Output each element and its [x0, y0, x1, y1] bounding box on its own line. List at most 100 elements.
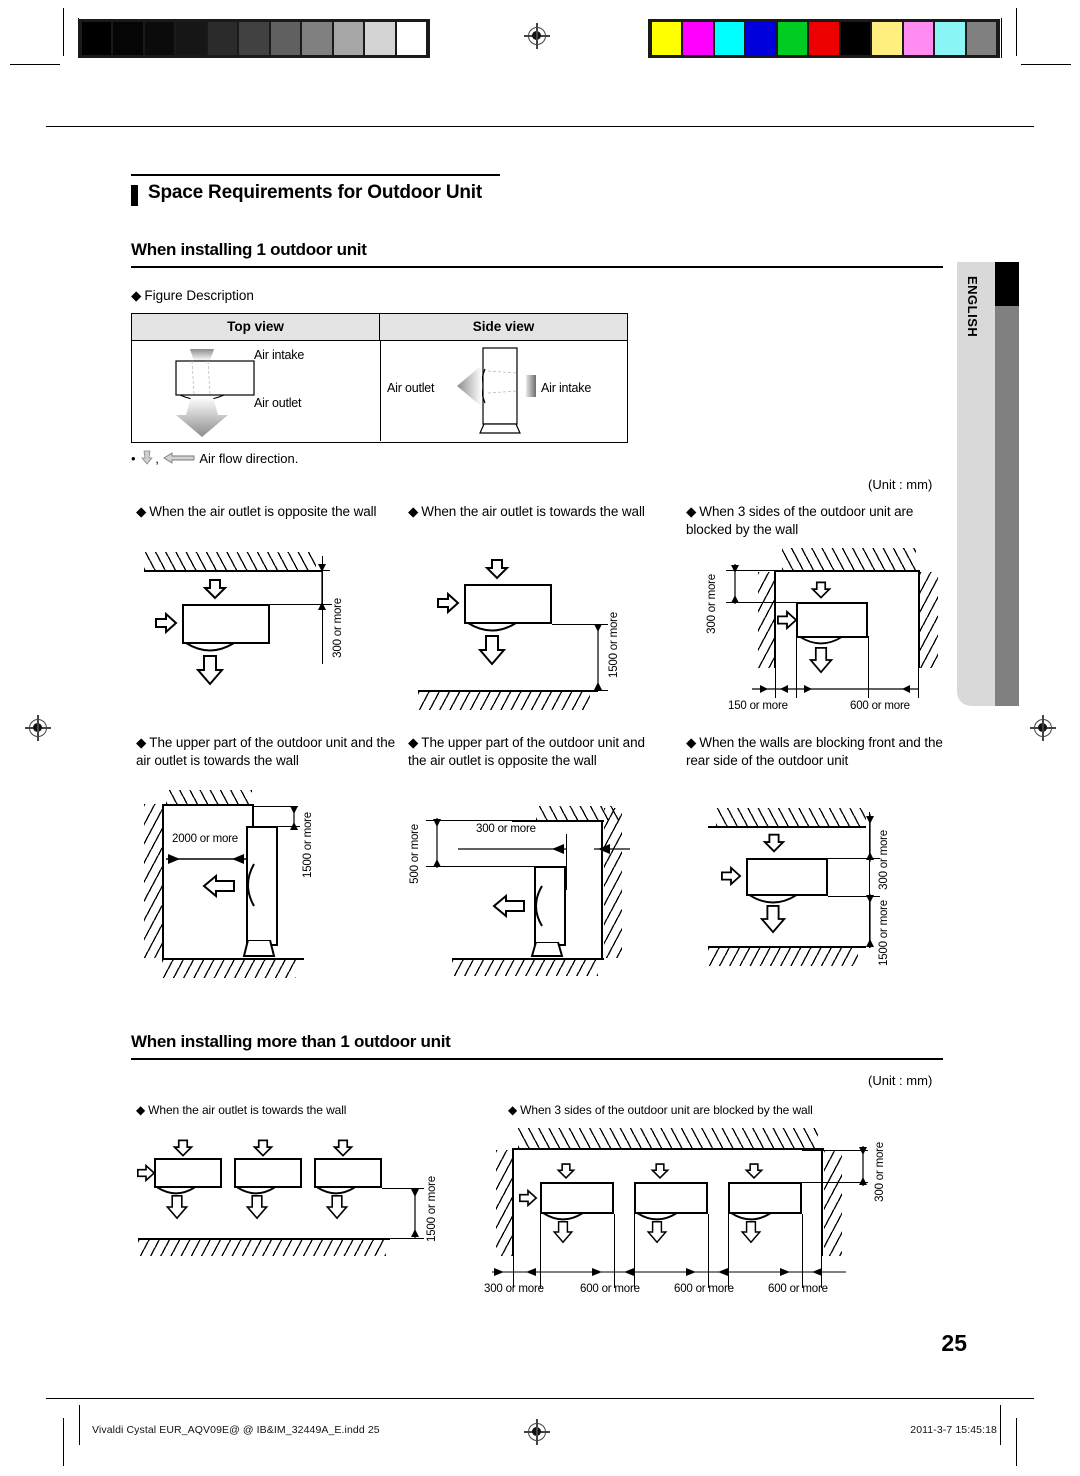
case-2-title-text: When the air outlet is towards the wall [421, 504, 645, 519]
case-1-dimension-label: 300 or more [332, 598, 344, 658]
side-view-intake-label: Air intake [541, 381, 592, 395]
page-number: 25 [941, 1330, 967, 1356]
gray-swatch-0 [82, 22, 112, 55]
outlet-arrow-left-icon [492, 894, 525, 918]
outdoor-unit-box [540, 1182, 614, 1214]
intake-arrow-right-icon [437, 592, 460, 614]
gray-swatch-5 [239, 22, 269, 55]
figure-description-text: Figure Description [144, 288, 254, 303]
figure-description-table: Top view Side view Air intake Air outlet… [131, 313, 628, 443]
ground-hatching [138, 1240, 386, 1256]
color-swatch-8 [903, 22, 934, 55]
wall-line [144, 570, 322, 573]
outdoor-unit-box [464, 584, 552, 624]
case-7-diagram: 1500 or more [136, 1128, 476, 1288]
outdoor-unit-box [234, 1158, 302, 1188]
case-8-diagram: 300 or more 300 or more 600 or more 600 … [484, 1128, 958, 1303]
top-view-outlet-label: Air outlet [254, 396, 302, 410]
figure-description-label: ◆ Figure Description [131, 288, 254, 304]
case-3-title-text: When 3 sides of the outdoor unit are blo… [686, 504, 914, 537]
diamond-bullet-icon: ◆ [136, 735, 147, 750]
outdoor-unit-box [182, 604, 270, 644]
left-flow-icon [163, 452, 195, 464]
cell-top-view-figure: Air intake Air outlet [132, 341, 381, 441]
crop-mark-top-left-h [10, 64, 60, 65]
case-6-title: ◆ When the walls are blocking front and t… [686, 734, 948, 769]
case-7-dimension-1500: 1500 or more [426, 1176, 438, 1242]
top-wall-edge [252, 804, 255, 826]
color-swatch-4 [777, 22, 808, 55]
table-body-row: Air intake Air outlet Air outlet Air int… [132, 341, 627, 441]
intake-arrow-down-icon [810, 581, 832, 599]
color-swatch-3 [746, 22, 776, 55]
legend-bullet-icon: • [131, 451, 136, 466]
dimension-arrow-vertical [859, 1146, 867, 1186]
gray-swatch-3 [176, 22, 206, 55]
intake-arrow-right-icon [721, 866, 742, 886]
case-7-title-text: When the air outlet is towards the wall [148, 1103, 347, 1117]
case-3-diagram: 300 or more 150 or more 600 or more [686, 548, 948, 713]
case-8-title-text: When 3 sides of the outdoor unit are blo… [520, 1103, 813, 1117]
grayscale-calibration-bar [78, 19, 430, 58]
dimension-tick-bottom [308, 604, 330, 605]
crop-mark-top-right-h [1021, 64, 1071, 65]
intake-arrow-down-icon [556, 1163, 576, 1180]
airflow-legend: • , Air flow direction. [131, 450, 299, 466]
top-wall-line [708, 826, 866, 829]
case-2-title: ◆ When the air outlet is towards the wall [408, 503, 658, 521]
subsection-1-underline [131, 266, 943, 268]
case-5-dimension-300: 300 or more [476, 823, 536, 835]
case-2-dimension-label: 1500 or more [608, 612, 620, 678]
side-tab-label: ENGLISH [965, 276, 980, 338]
color-swatch-2 [714, 22, 745, 55]
ground-hatching [162, 960, 296, 978]
left-wall-line [512, 1148, 515, 1256]
case-8-dimension-300: 300 or more [484, 1283, 544, 1295]
page-top-rule [46, 126, 1034, 127]
airflow-legend-text: Air flow direction. [199, 451, 299, 466]
registration-mark-top-center [524, 23, 550, 49]
right-wall-hatching [824, 1150, 842, 1256]
subsection-heading-1: When installing 1 outdoor unit [131, 240, 367, 259]
outdoor-unit-box [728, 1182, 802, 1214]
diamond-bullet-icon: ◆ [136, 1103, 146, 1117]
diamond-bullet-icon: ◆ [408, 504, 419, 519]
column-header-top-view: Top view [132, 314, 380, 340]
case-3-dimension-150: 150 or more [728, 700, 788, 712]
case-8-dimension-300-vertical: 300 or more [874, 1142, 886, 1202]
ground-hatching [708, 948, 858, 966]
fan-curve-icon [247, 863, 255, 907]
side-view-outlet-label: Air outlet [387, 381, 435, 395]
intake-arrow-right-icon [777, 610, 798, 630]
column-header-side-view: Side view [472, 319, 535, 334]
intake-arrow-down-icon [252, 1139, 274, 1157]
fan-curve-icon [535, 885, 543, 927]
case-6-title-text: When the walls are blocking front and th… [686, 735, 943, 768]
dimension-arrow-horizontal [458, 844, 566, 854]
top-wall-hatching [536, 806, 620, 820]
language-side-tab: ENGLISH [957, 262, 1019, 706]
left-wall-hatching [144, 804, 162, 958]
gray-swatch-1 [113, 22, 143, 55]
crop-mark-bottom-left-v [63, 1418, 64, 1466]
page-title: Space Requirements for Outdoor Unit [131, 182, 482, 204]
outlet-arrow-down-icon [759, 905, 787, 934]
page-left-rule [79, 1405, 80, 1445]
top-wall-line [774, 570, 920, 573]
case-3-dimension-600: 600 or more [850, 700, 910, 712]
right-wall-line [918, 570, 921, 668]
case-4-title: ◆ The upper part of the outdoor unit and … [136, 734, 398, 769]
ground-hatching [418, 692, 590, 710]
unit-base-icon [530, 942, 564, 957]
intake-arrow-right-icon [137, 1164, 156, 1182]
outdoor-unit-box [796, 602, 868, 638]
case-6-diagram: 300 or more 1500 or more [686, 790, 948, 970]
outlet-arrow-down-icon [165, 1195, 189, 1220]
right-wall-line [821, 1148, 824, 1256]
cell-side-view-figure: Air outlet Air intake [381, 341, 627, 441]
down-flow-icon [141, 450, 154, 465]
case-5-diagram: 500 or more 300 or more [408, 800, 670, 980]
case-6-dimension-1500: 1500 or more [878, 900, 890, 966]
registration-mark-left [25, 715, 51, 741]
outlet-arrow-down-icon [808, 647, 834, 674]
